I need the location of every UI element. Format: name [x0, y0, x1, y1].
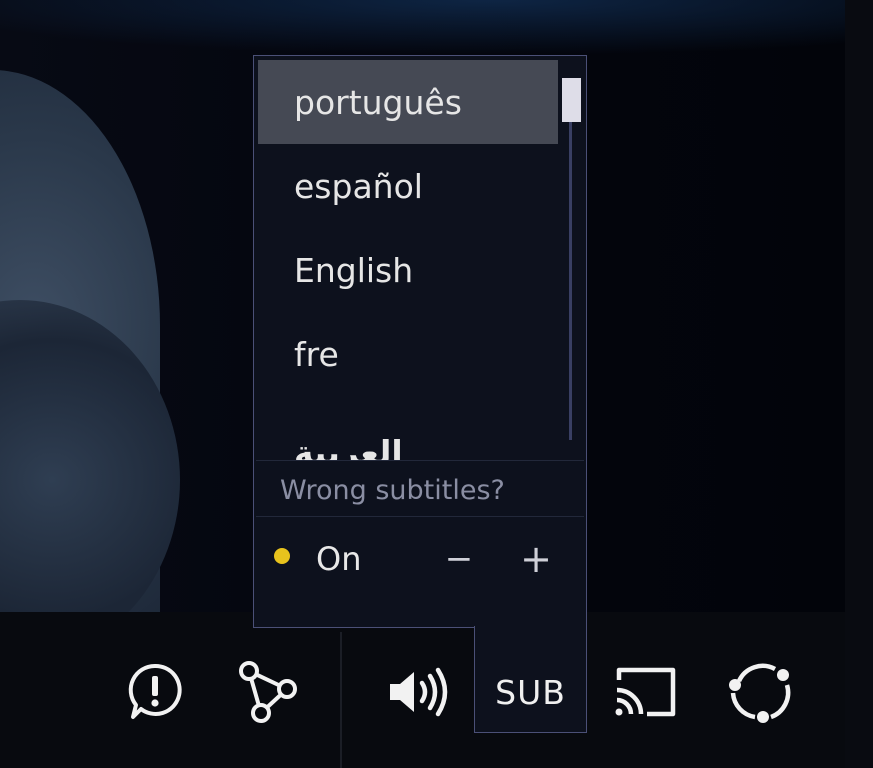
- language-option[interactable]: العربية: [258, 396, 558, 461]
- cast-icon: [613, 664, 677, 720]
- status-dot-icon: [274, 548, 290, 564]
- share-button[interactable]: [232, 658, 302, 724]
- language-scrollbar-thumb[interactable]: [562, 78, 581, 122]
- wrong-subtitles-link[interactable]: Wrong subtitles?: [280, 470, 570, 510]
- language-scrollbar[interactable]: [569, 82, 572, 440]
- language-option[interactable]: español: [258, 144, 558, 228]
- language-option[interactable]: English: [258, 228, 558, 312]
- share-icon: [233, 659, 301, 723]
- volume-button[interactable]: [384, 660, 454, 724]
- panel-tab-join: [475, 624, 586, 630]
- decrease-button[interactable]: −: [436, 536, 482, 582]
- volume-icon: [386, 664, 452, 720]
- report-icon: [127, 662, 183, 722]
- divider: [256, 516, 584, 517]
- increase-button[interactable]: +: [513, 536, 559, 582]
- watch-party-icon: [725, 659, 793, 723]
- cast-button[interactable]: [612, 662, 678, 722]
- divider: [256, 460, 584, 461]
- subtitles-button[interactable]: SUB: [474, 660, 587, 724]
- report-button[interactable]: [126, 660, 184, 724]
- watch-party-button[interactable]: [724, 658, 794, 724]
- subtitle-status: On: [316, 540, 362, 578]
- language-option[interactable]: fre: [258, 312, 558, 396]
- control-divider: [340, 632, 342, 768]
- language-list: português español English fre العربية: [258, 60, 558, 460]
- language-option[interactable]: português: [258, 60, 558, 144]
- right-edge: [845, 0, 873, 768]
